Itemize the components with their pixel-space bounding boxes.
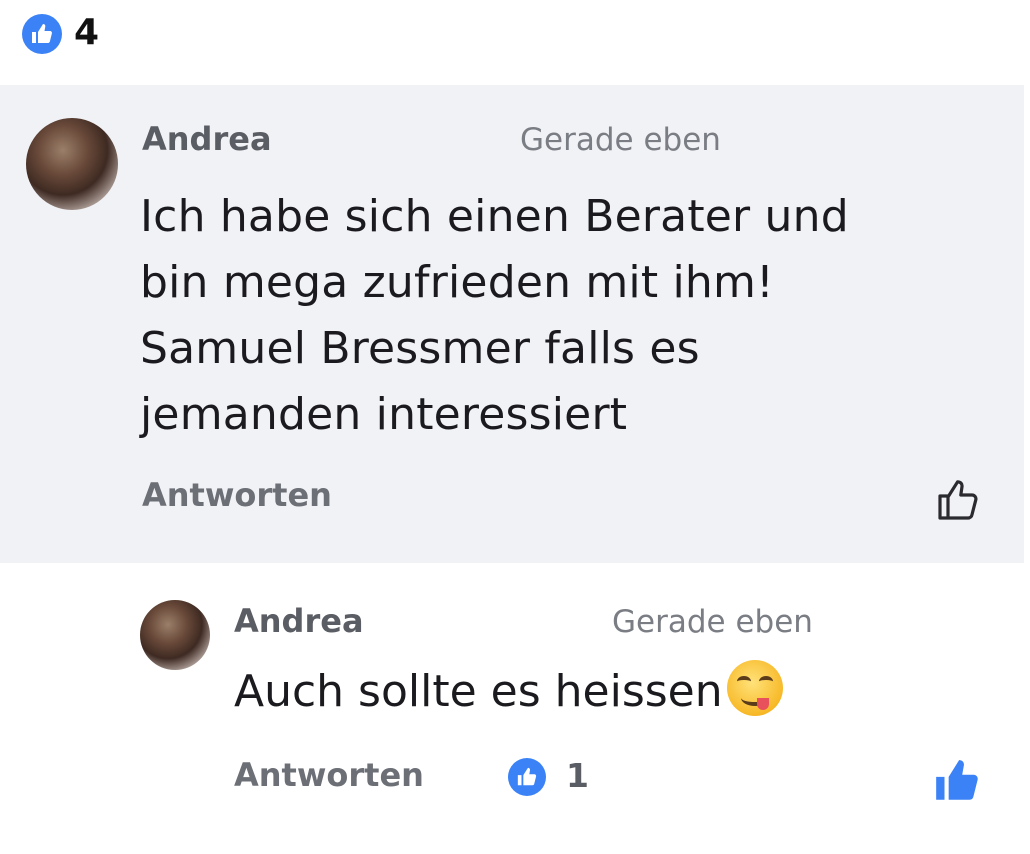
reply-like-count: 1 bbox=[566, 756, 589, 795]
reply-text: Auch sollte es heissen bbox=[234, 660, 783, 717]
reply-button[interactable]: Antworten bbox=[142, 476, 332, 514]
tongue-emoji-icon bbox=[726, 660, 783, 716]
reply-reply-button[interactable]: Antworten bbox=[234, 756, 424, 794]
thumbs-up-outline-icon[interactable] bbox=[934, 476, 982, 524]
like-badge-icon[interactable] bbox=[508, 758, 546, 796]
reply-text-content: Auch sollte es heissen bbox=[234, 666, 723, 717]
thumbs-up-filled-icon[interactable] bbox=[932, 756, 982, 806]
comment-line: bin mega zufrieden mit ihm! bbox=[140, 257, 774, 308]
comment-line: Ich habe sich einen Berater und bbox=[140, 191, 849, 242]
comment-line: jemanden interessiert bbox=[140, 389, 628, 440]
avatar[interactable] bbox=[26, 118, 118, 210]
comment-line: Samuel Bressmer falls es bbox=[140, 323, 700, 374]
comment-author[interactable]: Andrea bbox=[142, 120, 272, 158]
comment-text: Ich habe sich einen Berater und bin mega… bbox=[140, 184, 960, 448]
reply-avatar[interactable] bbox=[140, 600, 210, 670]
comment-time: Gerade eben bbox=[520, 122, 721, 158]
reaction-summary[interactable]: 4 bbox=[0, 0, 1030, 84]
like-count: 4 bbox=[74, 12, 100, 53]
like-badge-icon bbox=[22, 14, 62, 54]
reply-author[interactable]: Andrea bbox=[234, 602, 364, 640]
reply-time: Gerade eben bbox=[612, 604, 813, 640]
